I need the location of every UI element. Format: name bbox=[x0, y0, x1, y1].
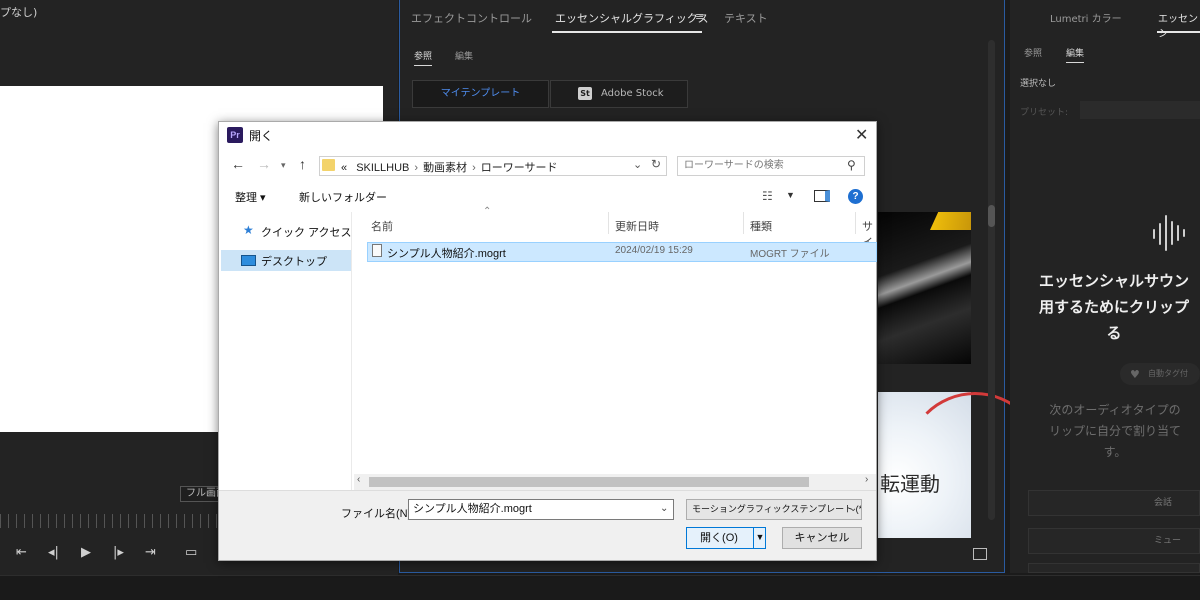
filename-dropdown-icon[interactable]: ⌄ bbox=[660, 503, 668, 514]
new-layer-icon[interactable] bbox=[973, 548, 987, 560]
column-separator[interactable] bbox=[855, 212, 856, 234]
adobe-stock-icon: St bbox=[578, 87, 592, 100]
subtab-browse[interactable]: 参照 bbox=[1024, 46, 1042, 59]
new-folder-button[interactable]: 新しいフォルダー bbox=[299, 189, 387, 205]
breadcrumb-overflow[interactable]: « bbox=[341, 162, 347, 174]
refresh-icon[interactable]: ↻ bbox=[651, 157, 661, 171]
search-icon[interactable]: ⚲ bbox=[847, 158, 856, 172]
message-line: 次のオーディオタイプの bbox=[1049, 403, 1181, 417]
desktop-icon bbox=[241, 255, 256, 266]
preset-select[interactable] bbox=[1080, 101, 1200, 119]
my-templates-button[interactable]: マイテンプレート bbox=[412, 80, 549, 108]
audio-waveform-icon bbox=[1153, 215, 1185, 251]
dialogue-button[interactable]: 会話 bbox=[1028, 490, 1200, 516]
panel-scrollbar[interactable] bbox=[988, 40, 995, 520]
scroll-left-icon[interactable]: ‹ bbox=[357, 474, 360, 485]
open-file-dialog: Pr 開く ✕ ← → ▾ ↑ « SKILLHUB › 動画素材 › ローワーサード … bbox=[218, 121, 877, 561]
column-header-name[interactable]: 名前 bbox=[371, 218, 393, 234]
bottom-strip bbox=[0, 575, 1200, 600]
message-line: る bbox=[1106, 324, 1122, 342]
panel-menu-icon[interactable]: ≡ bbox=[695, 10, 704, 23]
play-icon[interactable]: ▶ bbox=[81, 545, 91, 560]
open-options-chevron-icon[interactable]: ▼ bbox=[753, 527, 766, 549]
column-separator[interactable] bbox=[608, 212, 609, 234]
sfx-button[interactable] bbox=[1028, 563, 1200, 573]
tag-icon: ♥ bbox=[1130, 368, 1140, 381]
recent-locations-chevron-icon[interactable]: ▾ bbox=[281, 160, 286, 171]
help-icon[interactable]: ? bbox=[848, 189, 863, 204]
tab-lumetri-color[interactable]: Lumetri カラー bbox=[1050, 10, 1122, 25]
file-date: 2024/02/19 15:29 bbox=[615, 245, 693, 256]
audio-type-message: 次のオーディオタイプの リップに自分で割り当て す。 bbox=[1030, 400, 1200, 463]
active-tab-indicator bbox=[552, 31, 702, 33]
column-separator[interactable] bbox=[743, 212, 744, 234]
safe-margins-icon[interactable]: ▭ bbox=[185, 545, 197, 560]
message-line: 用するためにクリップ bbox=[1038, 298, 1189, 316]
panel-scrollbar-thumb[interactable] bbox=[988, 205, 995, 227]
sort-ascending-icon: ⌃ bbox=[483, 206, 492, 217]
folder-icon bbox=[322, 159, 335, 171]
premiere-app-icon: Pr bbox=[227, 127, 243, 143]
subtab-browse[interactable]: 参照 bbox=[414, 49, 433, 66]
column-header-date[interactable]: 更新日時 bbox=[615, 218, 659, 234]
breadcrumb-separator-icon: › bbox=[414, 162, 419, 174]
cancel-button[interactable]: キャンセル bbox=[782, 527, 862, 549]
breadcrumb-item[interactable]: ローワーサード bbox=[481, 162, 558, 174]
breadcrumb: « SKILLHUB › 動画素材 › ローワーサード bbox=[341, 159, 558, 175]
file-type: MOGRT ファイル bbox=[750, 249, 830, 260]
essential-sound-message: エッセンシャルサウン 用するためにクリップ る bbox=[1028, 268, 1200, 346]
close-icon[interactable]: ✕ bbox=[855, 125, 868, 145]
tab-effect-controls[interactable]: エフェクトコントロール bbox=[411, 10, 532, 26]
tab-essential-graphics[interactable]: エッセンシャルグラフィックス bbox=[555, 10, 708, 26]
preview-pane-icon[interactable] bbox=[814, 190, 830, 202]
quick-access-star-icon: ★ bbox=[243, 223, 254, 237]
column-header-type[interactable]: 種類 bbox=[750, 218, 772, 234]
back-arrow-icon[interactable]: ← bbox=[231, 156, 245, 172]
template-thumbnail-text: 転運動 bbox=[880, 472, 940, 496]
open-button-label: 開く(O) bbox=[700, 532, 738, 544]
preset-label: プリセット: bbox=[1020, 108, 1069, 118]
program-monitor-title: プなし) bbox=[0, 6, 38, 19]
nav-item-desktop[interactable]: デスクトップ bbox=[261, 253, 327, 269]
go-to-in-icon[interactable]: ⇤ bbox=[16, 545, 27, 560]
view-dropdown-icon[interactable]: ▼ bbox=[786, 190, 795, 200]
step-back-icon[interactable]: ◂| bbox=[48, 545, 59, 560]
step-forward-icon[interactable]: |▸ bbox=[113, 545, 124, 560]
nav-item-quick-access[interactable]: クイック アクセス bbox=[261, 224, 352, 240]
up-arrow-icon[interactable]: ↑ bbox=[299, 156, 306, 172]
dialog-title: 開く bbox=[249, 129, 274, 143]
breadcrumb-item[interactable]: 動画素材 bbox=[423, 162, 467, 174]
breadcrumb-separator-icon: › bbox=[472, 162, 476, 174]
template-thumbnail[interactable] bbox=[878, 212, 971, 364]
address-dropdown-icon[interactable]: ⌄ bbox=[633, 158, 642, 171]
go-to-out-icon[interactable]: ⇥ bbox=[145, 545, 156, 560]
subtab-edit[interactable]: 編集 bbox=[1066, 46, 1085, 63]
tab-essential-sound[interactable]: エッセンシ bbox=[1158, 10, 1200, 40]
adobe-stock-button[interactable]: Adobe Stock bbox=[550, 80, 688, 108]
search-input[interactable]: ローワーサードの検索 bbox=[677, 156, 865, 176]
message-line: エッセンシャルサウン bbox=[1038, 272, 1189, 290]
breadcrumb-item[interactable]: SKILLHUB bbox=[356, 162, 409, 174]
message-line: す。 bbox=[1103, 445, 1127, 459]
tab-text[interactable]: テキスト bbox=[724, 10, 768, 26]
subtab-edit[interactable]: 編集 bbox=[455, 49, 473, 62]
selection-status: 選択なし bbox=[1020, 79, 1057, 89]
horizontal-scrollbar-thumb[interactable] bbox=[369, 477, 809, 487]
view-options-icon[interactable]: ☷ bbox=[762, 189, 773, 203]
filetype-dropdown-icon[interactable]: ⌄ bbox=[849, 503, 857, 514]
message-line: リップに自分で割り当て bbox=[1048, 424, 1181, 438]
active-tab-indicator bbox=[1157, 31, 1200, 33]
file-icon bbox=[372, 244, 382, 257]
scroll-right-icon[interactable]: › bbox=[865, 474, 868, 485]
filetype-select[interactable]: モーショングラフィックステンプレート (* bbox=[686, 499, 862, 520]
file-name: シンプル人物紹介.mogrt bbox=[387, 248, 506, 260]
music-button[interactable]: ミュー bbox=[1028, 528, 1200, 554]
fit-select[interactable]: フル画面 bbox=[180, 486, 220, 502]
filename-input[interactable]: シンプル人物紹介.mogrt bbox=[408, 499, 674, 520]
forward-arrow-icon[interactable]: → bbox=[257, 156, 271, 172]
organize-button[interactable]: 整理 ▾ bbox=[235, 189, 266, 205]
filename-label: ファイル名(N): bbox=[341, 508, 415, 520]
